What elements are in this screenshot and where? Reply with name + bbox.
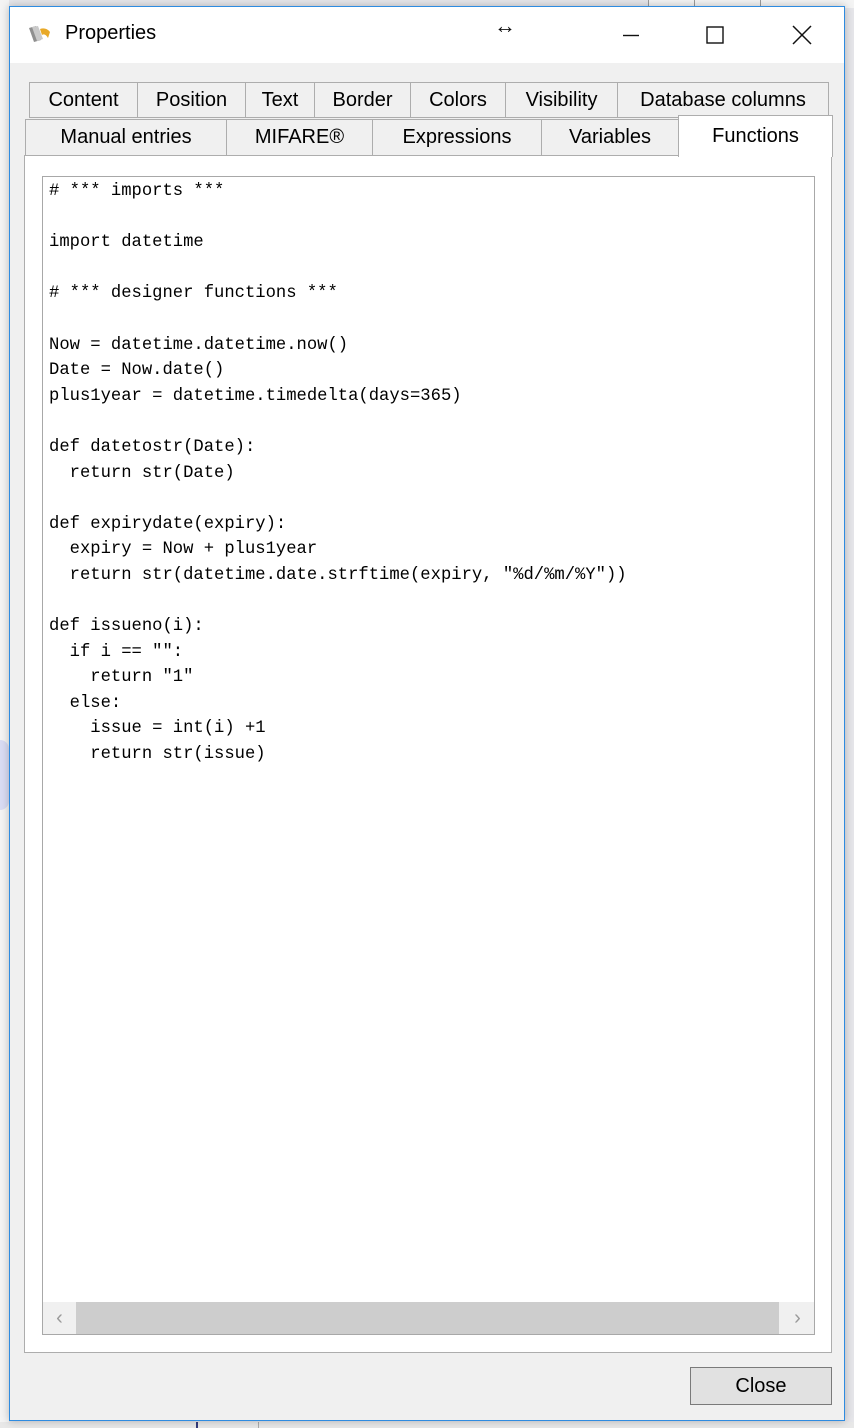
tab-label: Functions <box>712 125 799 147</box>
code-line: # *** imports *** <box>49 182 225 201</box>
tab-text[interactable]: Text <box>245 82 315 118</box>
code-text[interactable]: # *** imports *** import datetime # *** … <box>49 179 627 768</box>
maximize-icon <box>706 26 724 44</box>
tab-visibility[interactable]: Visibility <box>505 82 618 118</box>
tab-manual-entries[interactable]: Manual entries <box>25 119 227 156</box>
resize-cursor-icon: ↔ <box>494 13 516 38</box>
scroll-left-button[interactable]: ‹ <box>43 1302 76 1334</box>
chevron-right-icon: › <box>794 1306 801 1329</box>
tab-label: Visibility <box>525 88 598 111</box>
tab-variables[interactable]: Variables <box>541 119 679 156</box>
maximize-button[interactable] <box>686 7 744 63</box>
tab-label: Text <box>261 88 299 111</box>
title-bar[interactable]: Properties ↔ <box>10 7 844 63</box>
code-line: expiry = Now + plus1year <box>49 540 318 560</box>
tab-functions[interactable]: Functions <box>678 115 833 157</box>
close-button[interactable]: Close <box>690 1367 832 1405</box>
background-line <box>258 1422 259 1428</box>
code-line: return str(issue) <box>49 745 266 765</box>
tab-label: MIFARE® <box>254 126 345 148</box>
scroll-right-button[interactable]: › <box>781 1302 814 1334</box>
properties-dialog: Properties ↔ Content Position Text Borde… <box>9 6 845 1421</box>
tab-position[interactable]: Position <box>137 82 246 118</box>
functions-tab-panel: # *** imports *** import datetime # *** … <box>24 155 832 1353</box>
code-line: # *** designer functions *** <box>49 284 338 304</box>
tab-label: Database columns <box>640 88 806 111</box>
tab-database-columns[interactable]: Database columns <box>617 82 829 118</box>
code-line: Date = Now.date() <box>49 361 225 381</box>
code-line: return "1" <box>49 668 194 688</box>
code-line: issue = int(i) +1 <box>49 719 266 739</box>
tab-label: Position <box>155 88 228 111</box>
background-left-edge <box>0 0 9 1428</box>
code-line: else: <box>49 693 122 713</box>
code-line: if i == "": <box>49 642 184 662</box>
code-line: Now = datetime.datetime.now() <box>49 335 349 355</box>
code-line: return str(datetime.date.strftime(expiry… <box>49 565 627 585</box>
tab-expressions[interactable]: Expressions <box>372 119 542 156</box>
background-bottom-edge <box>0 1422 854 1428</box>
close-window-button[interactable] <box>773 7 831 63</box>
code-line: plus1year = datetime.timedelta(days=365) <box>49 386 462 406</box>
app-icon <box>29 26 50 42</box>
tab-mifare[interactable]: MIFARE® <box>226 119 373 156</box>
close-icon <box>792 25 812 45</box>
code-line: def issueno(i): <box>49 617 204 637</box>
minimize-button[interactable] <box>602 7 660 63</box>
tab-label: Variables <box>569 126 651 148</box>
chevron-left-icon: ‹ <box>56 1306 63 1329</box>
tab-border[interactable]: Border <box>314 82 411 118</box>
tab-label: Expressions <box>402 126 512 148</box>
tab-label: Manual entries <box>60 126 192 148</box>
horizontal-scrollbar[interactable]: ‹ › <box>43 1302 814 1334</box>
background-line <box>196 1422 198 1428</box>
tab-content[interactable]: Content <box>29 82 138 118</box>
scrollbar-thumb[interactable] <box>76 1302 779 1334</box>
code-line: def datetostr(Date): <box>49 437 256 457</box>
tab-label: Content <box>48 88 119 111</box>
tab-label: Border <box>332 88 393 111</box>
window-title: Properties <box>65 22 157 44</box>
functions-code-editor[interactable]: # *** imports *** import datetime # *** … <box>42 176 815 1335</box>
minimize-icon <box>623 34 639 37</box>
code-line: return str(Date) <box>49 463 235 483</box>
background-shape <box>0 740 9 810</box>
code-line: def expirydate(expiry): <box>49 514 287 534</box>
tab-colors[interactable]: Colors <box>410 82 506 118</box>
code-line: import datetime <box>49 233 204 253</box>
tab-label: Colors <box>429 88 487 111</box>
